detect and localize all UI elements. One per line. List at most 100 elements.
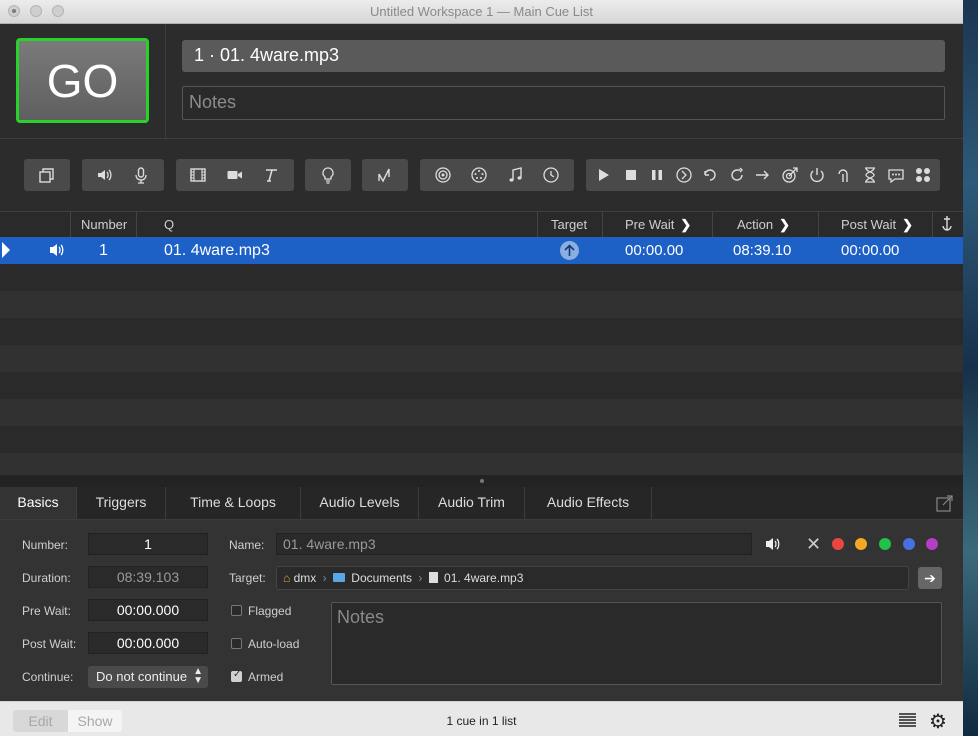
music-icon[interactable]: [500, 159, 530, 191]
pause-icon[interactable]: [642, 159, 672, 191]
inspector-notes-field[interactable]: Notes: [331, 602, 942, 685]
empty-row: [0, 318, 963, 345]
column-pre-wait[interactable]: Pre Wait ❯: [625, 217, 691, 233]
current-cue-title[interactable]: 1 · 01. 4ware.mp3: [182, 40, 945, 72]
path-file[interactable]: 01. 4ware.mp3: [444, 571, 523, 585]
goto-icon[interactable]: [748, 159, 778, 191]
path-home[interactable]: dmx: [294, 571, 317, 585]
empty-row: [0, 399, 963, 426]
autoload-label: Auto-load: [248, 637, 300, 651]
flagged-checkbox[interactable]: [231, 605, 242, 616]
stepper-icon: ▲ ▼: [193, 666, 203, 686]
empty-row: [0, 291, 963, 318]
pop-out-icon[interactable]: [936, 495, 953, 515]
split-divider[interactable]: [0, 475, 963, 487]
qlab-window: Untitled Workspace 1 — Main Cue List GO …: [0, 0, 963, 736]
title-bar: Untitled Workspace 1 — Main Cue List: [0, 0, 963, 24]
path-separator-icon: ›: [418, 571, 423, 585]
chevron-right-icon: ❯: [680, 217, 692, 232]
column-q[interactable]: Q: [164, 217, 174, 232]
window-title: Untitled Workspace 1 — Main Cue List: [369, 4, 594, 19]
tab-triggers[interactable]: Triggers: [77, 487, 166, 519]
camera-icon[interactable]: [220, 159, 250, 191]
column-number[interactable]: Number: [81, 217, 127, 232]
column-separator: [818, 212, 819, 237]
go-button[interactable]: GO: [16, 38, 149, 123]
group-icon[interactable]: [32, 159, 62, 191]
cue-row[interactable]: 1 01. 4ware.mp3 00:00.00 08:39.10 00:00.…: [0, 237, 963, 264]
speaker-icon[interactable]: [764, 536, 782, 555]
cue-header: GO 1 · 01. 4ware.mp3 Notes: [0, 24, 963, 139]
header-divider: [165, 24, 166, 138]
fade-icon[interactable]: [370, 159, 400, 191]
playhead-icon: [2, 242, 10, 258]
up-arrow-circle-icon[interactable]: [560, 241, 579, 260]
column-separator: [932, 212, 933, 237]
column-action-label: Action: [737, 217, 774, 232]
column-separator: [70, 212, 71, 237]
cue-count-status: 1 cue in 1 list: [446, 714, 517, 728]
cue-list: 1 01. 4ware.mp3 00:00.00 08:39.10 00:00.…: [0, 237, 963, 475]
empty-row: [0, 426, 963, 453]
cue-notes-field[interactable]: Notes: [182, 86, 945, 120]
autoload-checkbox[interactable]: [231, 638, 242, 649]
post-wait-label: Post Wait:: [22, 637, 77, 651]
color-purple-button[interactable]: [926, 538, 938, 550]
pre-wait-field[interactable]: 00:00.000: [88, 599, 208, 621]
midi-icon[interactable]: [464, 159, 494, 191]
cue-list-header: Number Q Target Pre Wait ❯ Action ❯ Post W…: [0, 212, 963, 238]
continue-label: Continue:: [22, 670, 74, 684]
empty-row: [0, 264, 963, 291]
tab-audio-levels[interactable]: Audio Levels: [301, 487, 419, 519]
tab-basics[interactable]: Basics: [0, 487, 77, 519]
cue-toolbar: [0, 139, 963, 212]
split-handle[interactable]: [480, 479, 484, 483]
post-wait-field[interactable]: 00:00.000: [88, 632, 208, 654]
tab-audio-trim[interactable]: Audio Trim: [419, 487, 525, 519]
reveal-target-button[interactable]: ➔: [918, 567, 942, 589]
target-icon[interactable]: [775, 159, 805, 191]
tab-audio-effects[interactable]: Audio Effects: [525, 487, 652, 519]
color-red-button[interactable]: [832, 538, 844, 550]
duration-field: 08:39.103: [88, 566, 208, 588]
disarm-icon[interactable]: [828, 159, 858, 191]
path-separator-icon: ›: [322, 571, 327, 585]
start-icon[interactable]: [588, 159, 618, 191]
audio-icon[interactable]: [90, 159, 120, 191]
name-field[interactable]: 01. 4ware.mp3: [276, 533, 752, 555]
cue-number: 1: [99, 242, 108, 259]
color-green-button[interactable]: [879, 538, 891, 550]
target-path-field[interactable]: ⌂ dmx › Documents › 01. 4ware.mp3: [276, 566, 909, 590]
home-icon: ⌂: [283, 571, 291, 585]
inspector-tabs: Basics Triggers Time & Loops Audio Level…: [0, 487, 963, 520]
video-icon[interactable]: [183, 159, 213, 191]
color-orange-button[interactable]: [855, 538, 867, 550]
text-icon[interactable]: [256, 159, 286, 191]
light-icon[interactable]: [313, 159, 343, 191]
column-post-wait[interactable]: Post Wait ❯: [841, 217, 913, 233]
color-blue-button[interactable]: [903, 538, 915, 550]
memo-icon[interactable]: [881, 159, 911, 191]
timecode-icon[interactable]: [536, 159, 566, 191]
path-folder[interactable]: Documents: [351, 571, 412, 585]
gear-icon[interactable]: ⚙: [929, 709, 947, 734]
clear-color-icon[interactable]: ✕: [806, 534, 821, 555]
cue-pre-wait: 00:00.00: [625, 242, 684, 259]
column-action[interactable]: Action ❯: [737, 217, 790, 233]
list-icon[interactable]: [898, 712, 917, 731]
mic-icon[interactable]: [126, 159, 156, 191]
tab-time-loops[interactable]: Time & Loops: [166, 487, 301, 519]
continue-select[interactable]: Do not continue ▲ ▼: [88, 666, 208, 688]
armed-checkbox[interactable]: [231, 669, 242, 682]
column-target[interactable]: Target: [551, 217, 587, 232]
column-separator: [602, 212, 603, 237]
toolbar-group-actions: [586, 159, 940, 191]
script-icon[interactable]: [908, 159, 938, 191]
network-icon[interactable]: [428, 159, 458, 191]
reset-icon[interactable]: [695, 159, 725, 191]
number-field[interactable]: 1: [88, 533, 208, 555]
cue-name: 01. 4ware.mp3: [164, 242, 270, 259]
name-label: Name:: [229, 538, 265, 552]
anchor-icon[interactable]: [941, 215, 953, 234]
toolbar-group-group: [24, 159, 70, 191]
